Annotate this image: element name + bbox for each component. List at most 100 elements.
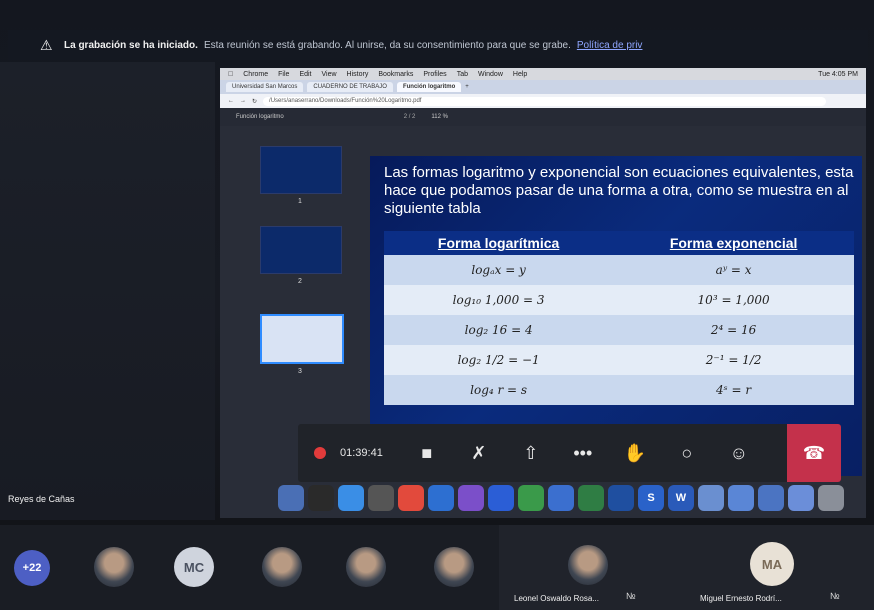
mic-off-button[interactable]: ✗ — [453, 424, 505, 482]
hang-up-button[interactable]: ☎ — [787, 424, 841, 482]
log-exp-table: Forma logarítmica Forma exponencial logₐ… — [384, 231, 854, 405]
thumbnail-number: 3 — [298, 368, 302, 375]
menu-item[interactable]: Bookmarks — [378, 71, 413, 78]
table-cell: log₁₀ 1,000 = 3 — [384, 285, 614, 315]
dock-app-icon[interactable] — [698, 485, 724, 511]
menu-item[interactable]: Help — [513, 71, 527, 78]
dock-app-icon[interactable] — [338, 485, 364, 511]
participant-video-tile[interactable] — [0, 62, 215, 520]
dock-app-icon[interactable] — [368, 485, 394, 511]
privacy-policy-link[interactable]: Política de priv — [577, 40, 643, 51]
mic-off-icon: № — [830, 591, 840, 601]
dock-app-icon[interactable] — [278, 485, 304, 511]
url-input[interactable]: /Users/anaserrano/Downloads/Función%20Lo… — [263, 96, 826, 106]
table-header: Forma logarítmica — [384, 231, 614, 255]
table-row: log₄ r = s 4ˢ = r — [384, 375, 854, 405]
page-thumbnail-selected[interactable] — [260, 314, 344, 364]
people-icon: ☺ — [729, 442, 749, 463]
menu-item[interactable]: Tab — [457, 71, 468, 78]
dock-app-icon[interactable] — [788, 485, 814, 511]
mac-menu-bar:  Chrome File Edit View History Bookmark… — [220, 68, 866, 80]
menu-item[interactable]: Profiles — [423, 71, 446, 78]
chat-button[interactable]: ○ — [661, 424, 713, 482]
camera-off-button[interactable]: ■ — [401, 424, 453, 482]
browser-tab[interactable]: Universidad San Marcos — [226, 82, 304, 92]
participant-avatar[interactable] — [346, 547, 386, 587]
share-button[interactable]: ⇧ — [505, 424, 557, 482]
participant-avatar[interactable] — [262, 547, 302, 587]
dock-app-icon[interactable] — [548, 485, 574, 511]
table-row: log₁₀ 1,000 = 3 10³ = 1,000 — [384, 285, 854, 315]
table-cell: log₄ r = s — [384, 375, 614, 405]
dock-app-icon[interactable] — [488, 485, 514, 511]
dock-app-icon[interactable] — [308, 485, 334, 511]
thumbnail-number: 1 — [298, 198, 302, 205]
menu-item[interactable]: View — [322, 71, 337, 78]
pdf-toolbar: Función logaritmo 2 / 2 112 % — [220, 108, 866, 126]
banner-title: La grabación se ha iniciado. — [64, 39, 198, 51]
dock-app-icon[interactable] — [398, 485, 424, 511]
apple-icon[interactable]:  — [228, 71, 233, 78]
recording-time: 01:39:41 — [340, 447, 383, 459]
raise-hand-button[interactable]: ✋ — [609, 424, 661, 482]
recording-indicator: 01:39:41 — [314, 447, 383, 459]
participant-avatar[interactable] — [434, 547, 474, 587]
browser-tab-active[interactable]: Función logaritmo — [396, 82, 462, 92]
dock-app-icon[interactable] — [608, 485, 634, 511]
menu-item[interactable]: Edit — [299, 71, 311, 78]
participant-avatar[interactable]: MC — [174, 547, 214, 587]
forward-icon[interactable]: → — [240, 98, 246, 104]
participant-name: Reyes de Cañas — [8, 494, 75, 504]
reload-icon[interactable]: ↻ — [252, 98, 257, 105]
mic-off-icon: ✗ — [471, 442, 487, 463]
page-thumbnail[interactable] — [260, 226, 342, 274]
participant-avatar[interactable] — [568, 545, 608, 585]
recording-banner: ⚠ La grabación se ha iniciado. Esta reun… — [8, 30, 868, 60]
menu-item[interactable]: Window — [478, 71, 503, 78]
table-cell: log₂ 16 = 4 — [384, 315, 614, 345]
table-cell: logₐx = y — [384, 255, 614, 285]
table-header: Forma exponencial — [613, 231, 854, 255]
browser-tab[interactable]: CUADERNO DE TRABAJO — [307, 82, 393, 92]
dock-app-icon[interactable] — [578, 485, 604, 511]
warning-icon: ⚠ — [40, 37, 53, 53]
menu-item[interactable]: File — [278, 71, 289, 78]
dock-app-icon[interactable]: S — [638, 485, 664, 511]
dock-app-icon[interactable] — [758, 485, 784, 511]
pdf-page-indicator[interactable]: 2 / 2 — [404, 114, 416, 120]
table-row: log₂ 1/2 = −1 2⁻¹ = 1/2 — [384, 345, 854, 375]
back-icon[interactable]: ← — [228, 98, 234, 104]
new-tab-icon[interactable]: + — [465, 84, 469, 90]
slide-paragraph: Las formas logaritmo y exponencial son e… — [384, 164, 854, 217]
participant-avatar[interactable]: MA — [750, 542, 794, 586]
dock-app-icon[interactable] — [818, 485, 844, 511]
more-icon: ••• — [573, 442, 593, 463]
more-participants-button[interactable]: +22 — [14, 550, 50, 586]
menu-item[interactable]: Chrome — [243, 71, 268, 78]
mic-off-icon: № — [626, 591, 636, 601]
record-dot-icon — [314, 447, 326, 459]
page-thumbnail[interactable] — [260, 146, 342, 194]
dock-app-icon[interactable] — [518, 485, 544, 511]
banner-message: Esta reunión se está grabando. Al unirse… — [203, 39, 571, 51]
participants-button[interactable]: ☺ — [713, 424, 765, 482]
more-button[interactable]: ••• — [557, 424, 609, 482]
share-icon: ⇧ — [523, 442, 539, 463]
meeting-window: ⚠ La grabación se ha iniciado. Esta reun… — [0, 0, 874, 525]
dock-app-icon[interactable] — [428, 485, 454, 511]
table-row: log₂ 16 = 4 2⁴ = 16 — [384, 315, 854, 345]
thumbnail-panel: 1 2 3 — [250, 146, 350, 456]
dock-app-icon[interactable]: W — [668, 485, 694, 511]
table-cell: 10³ = 1,000 — [613, 285, 854, 315]
menu-item[interactable]: History — [347, 71, 369, 78]
menubar-clock: Tue 4:05 PM — [818, 70, 858, 78]
participant-avatar[interactable] — [94, 547, 134, 587]
table-cell: 2⁴ = 16 — [613, 315, 854, 345]
pdf-title: Función logaritmo — [236, 114, 284, 120]
table-cell: 4ˢ = r — [613, 375, 854, 405]
camera-off-icon: ■ — [421, 442, 433, 463]
dock-app-icon[interactable] — [728, 485, 754, 511]
dock-app-icon[interactable] — [458, 485, 484, 511]
table-cell: log₂ 1/2 = −1 — [384, 345, 614, 375]
pdf-zoom[interactable]: 112 % — [431, 114, 448, 120]
